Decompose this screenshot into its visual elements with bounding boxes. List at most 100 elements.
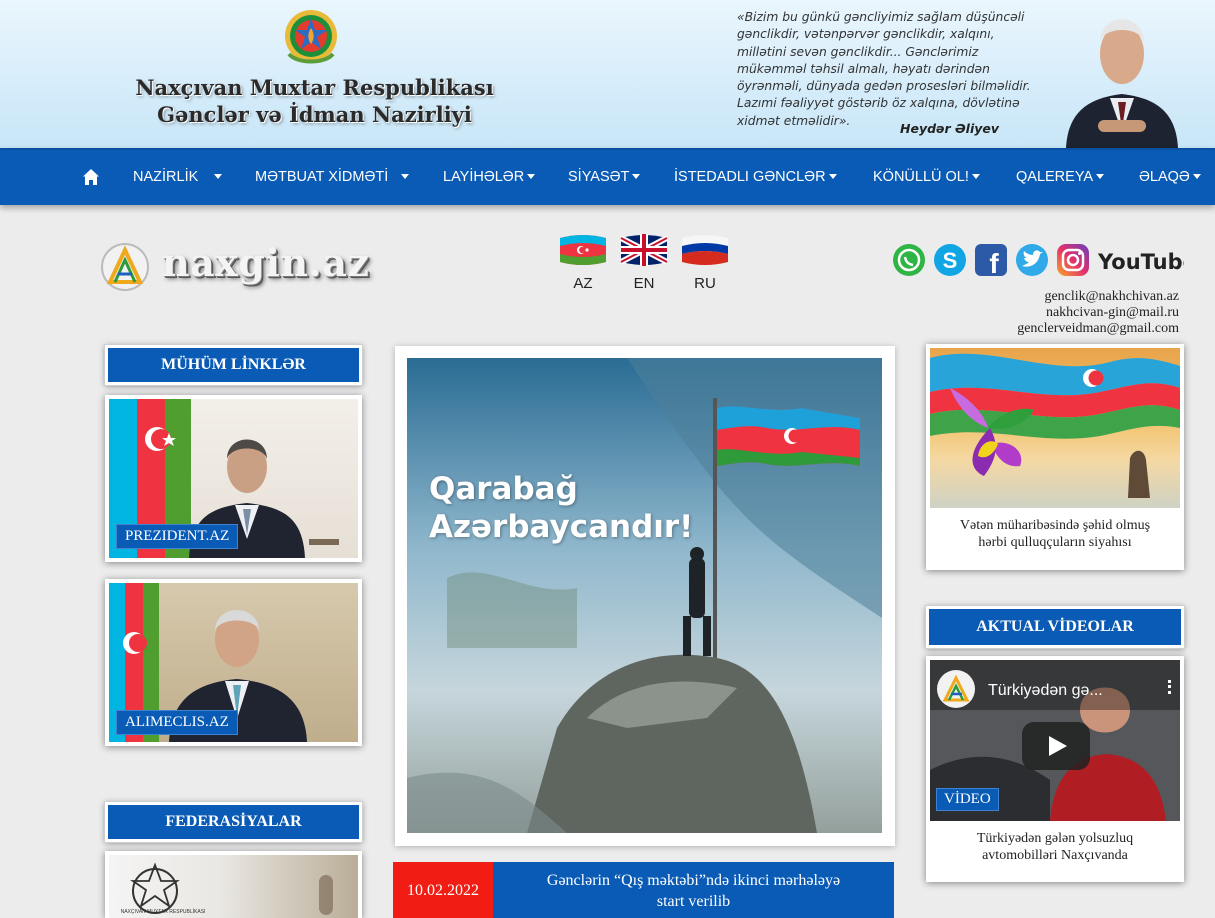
site-title: Naxçıvan Muxtar Respublikası Gənclər və … [112, 74, 517, 128]
alimeclis-link-card[interactable]: ALIMECLIS.AZ [105, 579, 362, 746]
news-date: 10.02.2022 [393, 862, 493, 918]
prezident-az-label: PREZIDENT.AZ [116, 524, 239, 549]
quote-line: Lazımi fəaliyyət göstərib öz xalqına, dö… [737, 96, 1020, 111]
nav-item-konullu-ol[interactable]: KÖNÜLLÜ OL! [873, 150, 980, 207]
nav-label: NAZİRLİK [133, 169, 199, 185]
video-overlay-title: Türkiyədən gə... [988, 682, 1103, 699]
video-card[interactable]: Türkiyədən gə... VİDEO Türkiyədən gələn … [926, 656, 1184, 882]
nav-label: ƏLAQƏ [1139, 169, 1190, 185]
email-link[interactable]: genclerveidman@gmail.com [1017, 321, 1179, 337]
logo-icon [101, 243, 149, 291]
decorative-figure [319, 875, 333, 915]
russia-flag-icon [682, 235, 728, 265]
flag-and-flower-illustration [930, 353, 1180, 498]
martyrs-caption-line2: hərbi qulluqçuların siyahısı [978, 535, 1132, 550]
quote-line: «Bizim bu günkü gəncliyimiz sağlam düşün… [737, 10, 1025, 24]
whatsapp-icon[interactable] [891, 242, 927, 278]
martyrs-caption: Vətən müharibəsində şəhid olmuş hərbi qu… [926, 517, 1184, 551]
martyrs-image [930, 348, 1180, 508]
federation-card[interactable]: NAXÇIVAN MUXTAR RESPUBLİKASI [105, 851, 362, 918]
caret-down-icon [1192, 173, 1201, 179]
nav-label: SİYASƏT [568, 169, 630, 185]
federation-emblem-icon [130, 862, 180, 914]
news-item[interactable]: 10.02.2022 Gənclərin “Qış məktəbi”ndə ik… [393, 862, 894, 918]
leader-quote: «Bizim bu günkü gəncliyimiz sağlam düşün… [737, 9, 1059, 130]
nav-label: LAYİHƏLƏR [443, 169, 525, 185]
news-title-line1: Gənclərin “Qış məktəbi”ndə ikinci mərhəl… [546, 872, 841, 889]
nav-item-layiheler[interactable]: LAYİHƏLƏR [443, 150, 536, 207]
caret-down-icon [828, 173, 837, 179]
azerbaijan-flag-icon [560, 235, 606, 265]
chairman-photo: ALIMECLIS.AZ [109, 583, 358, 742]
site-title-line2: Gənclər və İdman Nazirliyi [157, 102, 472, 127]
youtube-icon[interactable]: YouTube [1097, 242, 1184, 278]
president-photo: PREZIDENT.AZ [109, 399, 358, 558]
youtube-wordmark: YouTube [1097, 250, 1184, 274]
caret-down-icon [632, 173, 641, 179]
svg-text:S: S [943, 248, 958, 273]
martyrs-list-card[interactable]: Vətən müharibəsində şəhid olmuş hərbi qu… [926, 344, 1184, 570]
language-az[interactable]: AZ [555, 232, 611, 292]
leader-portrait [1066, 19, 1178, 148]
quote-line: mükəmməl təhsil almalı, həyatı dərindən [737, 61, 990, 76]
nav-item-metbuat[interactable]: MƏTBUAT XİDMƏTİ [255, 150, 410, 207]
current-videos-title: AKTUAL VİDEOLAR [925, 605, 1185, 649]
nav-item-siyaset[interactable]: SİYASƏT [568, 150, 641, 207]
banner-headline-line2: Azərbaycandır! [429, 509, 694, 545]
quote-line: xidmət etməlidir». [737, 113, 851, 128]
language-code: AZ [573, 275, 593, 292]
language-ru[interactable]: RU [677, 232, 733, 292]
video-caption: Türkiyədən gələn yolsuzluq avtomobilləri… [926, 830, 1184, 864]
martyrs-caption-line1: Vətən müharibəsində şəhid olmuş [959, 518, 1151, 533]
caret-down-icon [214, 173, 223, 179]
site-header: Naxçıvan Muxtar Respublikası Gənclər və … [0, 0, 1215, 148]
contact-emails: genclik@nakhchivan.az nakhcivan-gin@mail… [1017, 289, 1179, 337]
nav-item-istedadli-gencler[interactable]: İSTEDADLI GƏNCLƏR [674, 150, 837, 207]
important-links-title: MÜHÜM LİNKLƏR [104, 344, 363, 386]
language-en[interactable]: EN [616, 232, 672, 292]
caret-down-icon [401, 173, 410, 179]
instagram-icon[interactable] [1055, 242, 1091, 278]
news-title-line2: start verilib [656, 893, 731, 910]
video-thumbnail[interactable]: Türkiyədən gə... VİDEO [930, 660, 1180, 821]
more-options-icon[interactable] [1168, 680, 1171, 694]
main-banner[interactable]: Qarabağ Azərbaycandır! [395, 346, 895, 846]
quote-line: millətini sevən gənclikdir... Gənclərimi… [737, 44, 979, 59]
skype-icon[interactable]: S [932, 242, 968, 278]
alimeclis-az-label: ALIMECLIS.AZ [116, 710, 238, 735]
email-link[interactable]: nakhcivan-gin@mail.ru [1017, 305, 1179, 321]
state-emblem-icon [285, 10, 337, 64]
federation-image: NAXÇIVAN MUXTAR RESPUBLİKASI [109, 855, 358, 918]
banner-headline-line1: Qarabağ [429, 471, 578, 507]
nav-label: KÖNÜLLÜ OL! [873, 169, 969, 185]
nav-item-nazirlik[interactable]: NAZİRLİK [133, 150, 223, 207]
federations-title: FEDERASİYALAR [104, 801, 363, 843]
banner-headline: Qarabağ Azərbaycandır! [429, 470, 693, 546]
language-code: RU [694, 275, 716, 292]
caret-down-icon [1096, 173, 1105, 179]
news-title: Gənclərin “Qış məktəbi”ndə ikinci mərhəl… [501, 870, 886, 912]
home-icon[interactable] [82, 168, 100, 186]
play-button-icon[interactable] [1022, 722, 1090, 770]
logo-text: naxgin.az [162, 240, 370, 285]
nav-label: İSTEDADLI GƏNCLƏR [674, 169, 826, 185]
uk-flag-icon [619, 234, 669, 266]
nav-item-qalereya[interactable]: QALEREYA [1016, 150, 1105, 207]
video-caption-line2: avtomobilləri Naxçıvanda [982, 848, 1128, 863]
nav-item-elaqe[interactable]: ƏLAQƏ [1139, 150, 1201, 207]
prezident-link-card[interactable]: PREZIDENT.AZ [105, 395, 362, 562]
karabakh-banner-image: Qarabağ Azərbaycandır! [407, 358, 882, 833]
twitter-icon[interactable] [1014, 242, 1050, 278]
quote-line: gənclikdir, vətənpərvər gənclikdir, xalq… [737, 27, 995, 42]
site-logo[interactable]: naxgin.az [100, 240, 370, 291]
channel-avatar-icon [937, 670, 975, 708]
nav-label: QALEREYA [1016, 169, 1094, 185]
email-link[interactable]: genclik@nakhchivan.az [1017, 289, 1179, 305]
quote-line: öyrənməli, dünyada gedən prosesləri bilm… [737, 79, 1031, 94]
video-badge: VİDEO [936, 788, 999, 811]
language-code: EN [633, 275, 655, 292]
caret-down-icon [971, 173, 980, 179]
facebook-icon[interactable]: f [973, 242, 1009, 278]
site-title-line1: Naxçıvan Muxtar Respublikası [135, 75, 494, 100]
video-caption-line1: Türkiyədən gələn yolsuzluq [976, 831, 1134, 846]
